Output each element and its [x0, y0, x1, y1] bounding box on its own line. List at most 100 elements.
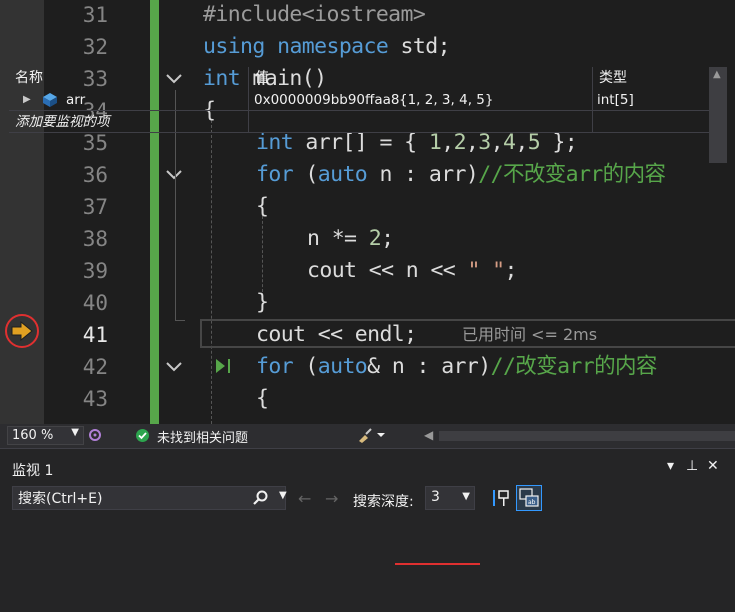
code-token: namespace — [277, 34, 389, 59]
watch-item-name: arr — [66, 92, 86, 108]
zoom-dropdown[interactable]: 160 % ▼ — [7, 426, 84, 445]
indent-guide — [211, 120, 212, 424]
search-next-icon[interactable]: → — [325, 489, 338, 508]
line-number: 41 — [82, 323, 108, 347]
vertical-scrollbar[interactable]: ▲ — [709, 67, 727, 163]
perf-tip[interactable]: 已用时间 <= 2ms — [462, 322, 597, 348]
code-token: auto — [317, 354, 368, 379]
scroll-left-icon[interactable]: ◀ — [424, 428, 433, 442]
chevron-down-icon: ▼ — [462, 491, 470, 502]
column-header-type[interactable]: 类型 — [593, 67, 709, 89]
fold-chevron-icon[interactable] — [164, 356, 184, 376]
fold-chevron-icon[interactable] — [164, 164, 184, 184]
search-depth-value: 3 — [431, 489, 440, 505]
line-number: 37 — [82, 195, 108, 219]
zoom-value: 160 % — [12, 428, 54, 443]
search-depth-label: 搜索深度: — [353, 494, 414, 510]
line-number: 43 — [82, 387, 108, 411]
value-elements: {1, 2, 3, 4, 5} — [399, 92, 494, 108]
code-editor[interactable]: 31 32 33 34 35 36 37 38 39 40 41 42 43 #include<iost… — [0, 0, 735, 424]
empty-value-cell — [249, 111, 593, 133]
panel-title[interactable]: 监视 1 — [12, 460, 53, 480]
code-token: ( — [293, 162, 318, 187]
code-line[interactable]: #include<iostream> — [203, 0, 426, 31]
close-icon[interactable]: ✕ — [707, 458, 719, 474]
code-line[interactable]: cout << endl; — [256, 319, 417, 351]
code-token: //改变arr的内容 — [490, 354, 658, 379]
check-circle-icon — [136, 429, 149, 442]
code-token: cout << n << — [307, 258, 468, 283]
column-header-name[interactable]: 名称 — [9, 67, 249, 89]
code-token: 2 — [368, 226, 382, 251]
code-line[interactable]: } — [256, 287, 269, 319]
window-position-dropdown-icon[interactable]: ▾ — [667, 458, 674, 474]
indicator-margin[interactable] — [0, 0, 44, 424]
line-number: 42 — [82, 355, 108, 379]
value-address: 0x0000009bb90ffaa8 — [254, 92, 400, 108]
code-token: & n : arr) — [367, 354, 491, 379]
code-line[interactable]: { — [256, 383, 269, 415]
pin-icon[interactable]: ⊥ — [686, 458, 698, 474]
search-previous-icon[interactable]: ← — [298, 489, 311, 508]
horizontal-scrollbar[interactable] — [439, 431, 735, 441]
line-number: 31 — [82, 3, 108, 27]
code-line[interactable]: for (auto n : arr)//不改变arr的内容 — [256, 159, 666, 191]
code-token: n *= — [307, 226, 369, 251]
code-line[interactable]: for (auto& n : arr)//改变arr的内容 — [256, 351, 657, 383]
code-cleanup-brush-icon[interactable] — [356, 426, 386, 448]
code-line[interactable]: cout << n << " "; — [307, 255, 518, 287]
code-token: cout << endl; — [256, 322, 417, 347]
code-token: //不改变arr的内容 — [478, 162, 666, 187]
code-token: #include<iostream> — [203, 2, 426, 27]
search-icon[interactable] — [251, 489, 269, 511]
copilot-icon[interactable] — [88, 427, 101, 443]
filter-pin-icon[interactable] — [489, 486, 513, 510]
annotation-underline — [395, 563, 480, 565]
svg-text:ab: ab — [528, 499, 536, 506]
chevron-down-icon: ▼ — [71, 427, 79, 438]
watch-row-name[interactable]: ▶ arr — [9, 89, 249, 111]
issues-status[interactable]: 未找到相关问题 — [157, 427, 248, 446]
watch-row-type: int[5] — [593, 89, 709, 111]
code-token: using — [203, 34, 265, 59]
code-token: " " — [467, 258, 505, 283]
instruction-pointer-arrow-icon — [11, 321, 33, 341]
expand-chevron-icon[interactable]: ▶ — [23, 89, 31, 111]
column-header-value[interactable]: 值 — [249, 67, 593, 89]
line-number: 32 — [82, 35, 108, 59]
function-evaluation-icon[interactable]: ab — [516, 485, 542, 511]
line-number: 38 — [82, 227, 108, 251]
fold-line — [175, 320, 185, 321]
watch-row-value[interactable]: 0x0000009bb90ffaa8 {1, 2, 3, 4, 5} — [249, 89, 593, 111]
search-depth-dropdown[interactable]: 3 ▼ — [425, 486, 475, 510]
line-number: 36 — [82, 163, 108, 187]
code-token: for — [256, 162, 294, 187]
code-token: for — [256, 354, 294, 379]
search-field[interactable]: ▼ — [12, 486, 287, 511]
code-token: std; — [388, 34, 451, 59]
add-watch-item[interactable]: 添加要监视的项 — [9, 111, 249, 133]
code-line[interactable]: n *= 2; — [307, 223, 394, 255]
code-line[interactable]: { — [256, 191, 269, 223]
chevron-down-icon[interactable]: ▼ — [279, 490, 287, 501]
watch-window: 监视 1 ▾ ⊥ ✕ ▼ ← → 搜索深度: 3 ▼ ab — [0, 448, 735, 612]
code-token: { — [256, 386, 269, 411]
code-token: { — [256, 194, 269, 219]
code-token: n : arr) — [367, 162, 479, 187]
execution-pointer-highlight — [5, 314, 39, 348]
code-token: } — [256, 290, 269, 315]
line-number: 40 — [82, 291, 108, 315]
scroll-up-icon[interactable]: ▲ — [713, 69, 721, 80]
indent-guide — [262, 216, 263, 292]
run-to-click-icon[interactable] — [214, 356, 236, 380]
watch-grid: 名称 值 类型 ▶ arr 0x0000009bb90ffaa8 {1, 2, … — [9, 67, 727, 163]
line-numbers: 31 32 33 34 35 36 37 38 39 40 41 42 43 — [44, 0, 114, 424]
change-tracking-bar — [150, 0, 159, 424]
search-input[interactable] — [16, 489, 240, 509]
code-token: ; — [381, 226, 394, 251]
code-token: ( — [293, 354, 318, 379]
code-token: ; — [504, 258, 518, 283]
code-line[interactable]: using namespace std; — [203, 31, 451, 63]
editor-status-bar: 160 % ▼ 未找到相关问题 ◀ — [0, 424, 735, 448]
